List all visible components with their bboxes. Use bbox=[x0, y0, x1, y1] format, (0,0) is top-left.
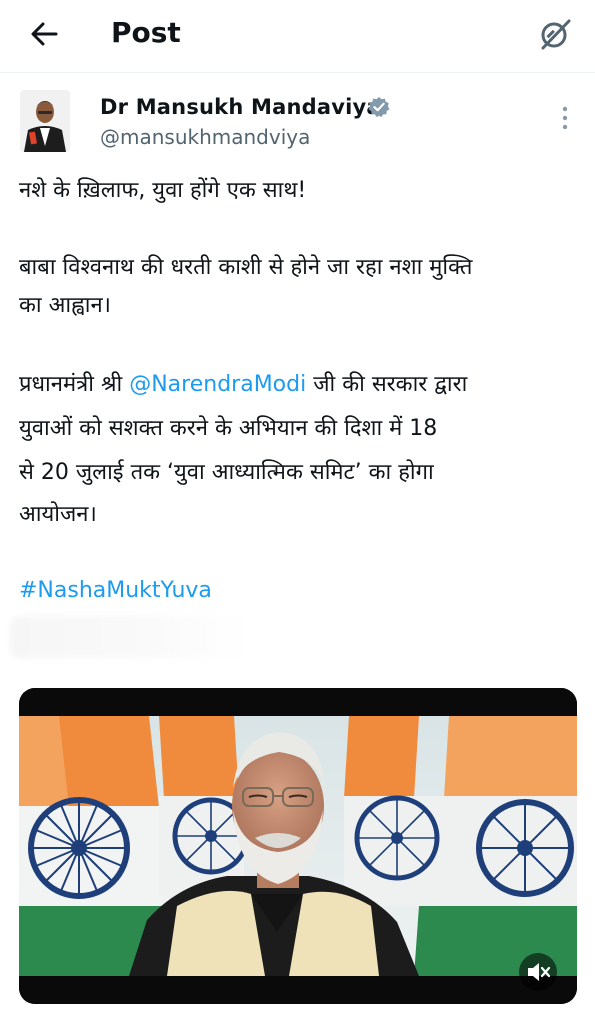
post-text-line: से 20 जुलाई तक ‘युवा आध्यात्मिक समिट’ का… bbox=[19, 460, 434, 485]
more-options-icon[interactable] bbox=[555, 104, 575, 132]
video-player[interactable] bbox=[19, 688, 577, 1004]
post-text-line: का आह्वान। bbox=[19, 293, 112, 318]
post-text-segment: जी की सरकार द्वारा bbox=[306, 372, 468, 397]
post-text-line: प्रधानमंत्री श्री @NarendraModi जी की सर… bbox=[19, 367, 579, 403]
back-arrow-icon[interactable] bbox=[26, 16, 62, 52]
post-text-line: नशे के ख़िलाफ, युवा होंगे एक साथ! bbox=[19, 178, 307, 203]
page-title: Post bbox=[111, 16, 181, 49]
mention-link[interactable]: @NarendraModi bbox=[129, 372, 306, 397]
verified-badge-icon bbox=[368, 96, 390, 118]
author-name[interactable]: Dr Mansukh Mandaviya bbox=[100, 92, 381, 122]
mute-icon[interactable] bbox=[518, 952, 558, 992]
author-handle[interactable]: @mansukhmandviya bbox=[100, 122, 310, 152]
avatar[interactable] bbox=[20, 90, 70, 152]
post-text-segment: प्रधानमंत्री श्री bbox=[19, 372, 130, 397]
top-bar: Post bbox=[0, 0, 595, 73]
grok-icon[interactable] bbox=[535, 14, 575, 54]
post-text-line: आयोजन। bbox=[19, 502, 97, 527]
post-text-line: बाबा विश्वनाथ की धरती काशी से होने जा रह… bbox=[19, 255, 473, 280]
hashtag-link[interactable]: #NashaMuktYuva bbox=[19, 573, 579, 609]
faded-overlay bbox=[10, 616, 250, 658]
post-text-line: युवाओं को सशक्त करने के अभियान की दिशा म… bbox=[19, 416, 438, 441]
